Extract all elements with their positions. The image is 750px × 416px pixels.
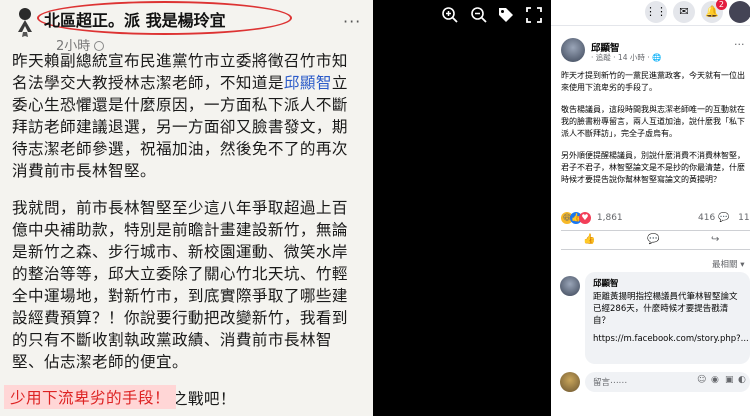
comment-link[interactable]: https://m.facebook.com/story.php?...: [593, 333, 749, 345]
grid-menu-icon[interactable]: ⋮⋮: [645, 1, 667, 23]
engagement-counts: 416 💬 11 ↪: [698, 213, 750, 223]
share-count[interactable]: 11 ↪: [738, 213, 750, 223]
like-button-icon[interactable]: 👍: [583, 234, 595, 245]
reaction-count: 1,861: [596, 213, 623, 223]
highlighted-sentence: 少用下流卑劣的手段！: [4, 385, 176, 409]
tag-icon[interactable]: [497, 6, 515, 24]
post-author[interactable]: 北區超正。派 我是楊玲宜: [44, 7, 226, 31]
love-emoji-icon: ♥: [579, 212, 591, 224]
right-screenshot: ⋮⋮ ✉ 🔔 2 邱顯智 · 追蹤 · 14 小時 · 🌐 ··· 昨天才提到新竹…: [551, 0, 750, 416]
more-options-icon[interactable]: ···: [734, 38, 745, 51]
mention-link[interactable]: 邱顯智: [284, 74, 332, 92]
zoom-in-icon[interactable]: [441, 6, 459, 24]
fullscreen-icon[interactable]: [525, 6, 543, 24]
profile-avatar[interactable]: [729, 1, 750, 23]
post-body: 昨天才提到新竹的一黨民進黨政客，今天就有一位出來使用下流卑劣的手段了。 敬告楊議…: [561, 70, 747, 196]
camera-icon[interactable]: ◉: [711, 375, 719, 385]
comment-input-placeholder: 留言⋯⋯: [593, 378, 628, 388]
action-bar: 👍 💬 ↪: [561, 230, 750, 250]
messenger-icon[interactable]: ✉: [673, 1, 695, 23]
gif-icon[interactable]: ▣: [725, 375, 734, 385]
paragraph-2: 我就問，前市長林智堅至少這八年爭取超過上百億中央補助款，特別是前瞻計畫建設新竹，…: [12, 199, 348, 371]
left-screenshot: 北區超正。派 我是楊玲宜 2小時 ··· 昨天賴副總統宣布民進黨竹市立委將徵召竹…: [0, 0, 373, 416]
author-avatar[interactable]: [561, 38, 585, 62]
notifications-icon[interactable]: 🔔 2: [701, 0, 727, 23]
comment-input[interactable]: 留言⋯⋯ ☺ ◉ ▣ ◐: [585, 372, 750, 392]
reaction-summary[interactable]: 😆👍♥ 1,861: [561, 212, 623, 224]
emoji-icon[interactable]: ☺: [697, 375, 706, 385]
comment-count[interactable]: 416 💬: [698, 213, 729, 223]
photo-viewer: [373, 0, 551, 416]
post-body: 昨天賴副總統宣布民進黨竹市立委將徵召竹市知名法學交大教授林志潔老師，不知道是邱顯…: [12, 50, 362, 416]
top-bar: ⋮⋮ ✉ 🔔 2: [551, 0, 750, 26]
post-paragraph-3: 另外順便提醒楊議員，別說什麼消費不消費林智堅，君子不君子，林智堅論文是不是抄的你…: [561, 151, 745, 184]
more-options-icon[interactable]: ···: [343, 12, 361, 31]
sticker-icon[interactable]: ◐: [738, 375, 746, 385]
comment-button-icon[interactable]: 💬: [647, 234, 659, 245]
zoom-out-icon[interactable]: [470, 6, 488, 24]
paragraph-1: 昨天賴副總統宣布民進黨竹市立委將徵召竹市知名法學交大教授林志潔老師，不知道是邱顯…: [12, 50, 362, 182]
comment-text: 距離黃揚明指控楊議員代筆林智堅論文已經286天，什麼時候才要提告戳清自？: [593, 292, 738, 326]
comment-author[interactable]: 邱顯智: [593, 277, 742, 289]
comment-bubble: 邱顯智 距離黃揚明指控楊議員代筆林智堅論文已經286天，什麼時候才要提告戳清自？…: [585, 272, 750, 364]
avatar[interactable]: [14, 6, 36, 38]
post-paragraph-1: 昨天才提到新竹的一黨民進黨政客，今天就有一位出來使用下流卑劣的手段了。: [561, 71, 745, 92]
post-meta: · 追蹤 · 14 小時 · 🌐: [591, 53, 662, 62]
comment-sort-dropdown[interactable]: 最相關 ▾: [712, 258, 744, 270]
my-avatar: [560, 372, 580, 392]
post-paragraph-2: 敬告楊議員，這段時間我與志潔老師唯一的互動就在我的臉書粉專留言，兩人互道加油，說…: [561, 105, 745, 138]
share-button-icon[interactable]: ↪: [711, 234, 719, 245]
notification-badge: 2: [715, 0, 727, 10]
commenter-avatar[interactable]: [560, 276, 580, 296]
